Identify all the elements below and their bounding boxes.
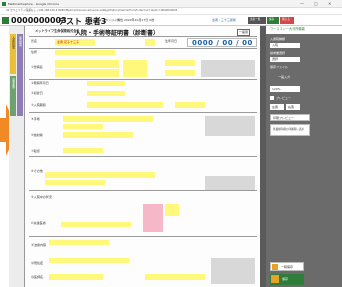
toggle-left[interactable]: 左寄 [270,104,284,110]
app-icon [2,2,6,6]
icd-field[interactable] [201,60,255,77]
diagnosis-field-2[interactable] [55,69,119,77]
section-label: 入通院種類 [270,37,286,41]
close-icon[interactable]: × [328,1,331,6]
address-bar[interactable]: 42 セキュリティ保護なし | 192.168.100.4:8080/Medic… [0,8,342,15]
doctor-name-field[interactable] [49,274,103,280]
outcome-field[interactable] [63,148,103,153]
row-label: 住所 [31,50,38,54]
surgery-date-field[interactable] [63,124,103,129]
first-visit-date-field[interactable] [87,91,125,96]
patient-bar: 0000000003 テスト 患者3 (テスト カンジャ3) 男性 2020年1… [0,15,342,26]
left-sidebar: 入通院情報 請求書類 処置情報 [9,26,24,287]
minimize-icon[interactable]: — [300,1,304,6]
row-label: ⑤手術 [31,117,40,121]
document-form: メットライフ生命保険株式会社 入院・手術等証明書（診断書） 一般用 患者 花子十… [24,26,260,287]
save-button[interactable]: 保存 [270,274,304,285]
print-preview-button[interactable]: 印刷プレビュー [270,114,310,121]
note-box-2 [205,176,255,190]
right-panel: ワースコンー大分所機能 入通院種類 入院 請求書選択 選択 保存ファイル 一般入… [266,26,342,287]
sidebar-tab-inpatient[interactable]: 入通院情報 [10,34,16,74]
note-box [205,116,255,136]
status-note-field[interactable] [165,204,179,216]
temp-save-button[interactable]: 一時保存 [270,262,304,271]
diagnosis-field-1[interactable] [55,60,119,68]
birth-date-field[interactable]: 0000 / 00 / 00 [187,38,257,47]
document-company: メットライフ生命保険株式会社 [35,29,80,33]
row-label: ③初診日 [31,91,43,95]
other-field[interactable] [45,172,155,178]
radiation-field[interactable] [63,132,133,138]
inpatient-type-select[interactable]: 入院 [270,43,300,48]
tab-patient-list[interactable]: 患者一覧 [248,17,266,24]
panel-logo: ワースコンー大分所機能 [266,26,342,34]
maximize-icon[interactable]: □ [314,1,318,6]
section-label: 保存ファイル [270,65,289,69]
address-field[interactable] [55,50,115,55]
section-label: 請求書選択 [270,51,286,55]
first-visit-field[interactable] [165,70,195,76]
hospital-name-field[interactable] [145,274,205,280]
row-label: ⑦転帰 [31,149,40,153]
print-all-button[interactable]: 各書類印刷の印刷時に表示 [270,124,310,136]
row-label: ⑧その他 [31,169,43,173]
window-title: MediCallCapture - Google Chrome [8,1,59,6]
hospital-period-field[interactable] [87,102,163,108]
row-label: ⑪治療内容 [31,243,47,247]
onset-date-field[interactable] [87,81,125,86]
close-button[interactable]: 閉じる [280,17,294,24]
treatment-field[interactable] [49,240,109,245]
patient-id-marker [2,17,9,24]
titlebar: MediCallCapture - Google Chrome — □ × [0,0,342,8]
other-field-2[interactable] [45,180,105,185]
status-field[interactable] [143,204,163,232]
sidebar-tab-treatment[interactable]: 処置情報 [17,34,23,116]
row-label: ②発病年月日 [31,81,49,85]
row-label: ⑫既往症 [31,261,44,265]
patient-name-field[interactable]: 患者 花子十三子 [55,39,95,46]
app-header: MediCallCapture - Google Chrome — □ × 42… [0,0,342,26]
birth-label: 生年月日 [165,39,178,43]
url-text: 42 セキュリティ保護なし | 192.168.100.4:8080/Medic… [6,9,178,12]
mode-label: 一般入力 [278,75,291,79]
row-label: ①傷病名 [31,65,43,69]
hospital-period-field-2[interactable] [175,102,205,108]
row-label: ⑥放射線 [31,133,43,137]
row-label: ④入院期間 [31,103,46,107]
row-label: 氏名 [31,39,38,43]
gender-field[interactable] [145,39,155,46]
signature-field[interactable] [211,258,255,284]
advanced-field[interactable] [61,222,131,227]
row-label: ⑬医師名 [31,275,44,279]
surgery-field[interactable] [63,116,153,122]
diagnosis-code-field[interactable] [123,60,147,77]
onset-field[interactable] [165,60,195,66]
history-field[interactable] [49,258,129,263]
row-label: ⑩先進医療 [31,221,46,225]
preview-label: プレビュー [276,95,292,100]
zoom-select[interactable]: 120% [270,86,300,92]
claim-select[interactable]: 選択 [270,57,300,62]
preview-checkbox[interactable] [270,96,274,100]
sidebar-tab-claims[interactable]: 請求書類 [10,76,16,116]
row-label: ⑨入院中の状況 [31,195,52,199]
tab-save[interactable]: 保存 [267,17,279,24]
toggle-right[interactable]: 右寄 [286,104,300,110]
form-label: 一般用 [237,29,251,36]
patient-label-right: 患者 : 三十三郎様 [212,18,236,22]
patient-kana: (テスト カンジャ3) [92,18,121,22]
patient-detail: 男性 2020年10月17日 0歳 [117,18,155,22]
